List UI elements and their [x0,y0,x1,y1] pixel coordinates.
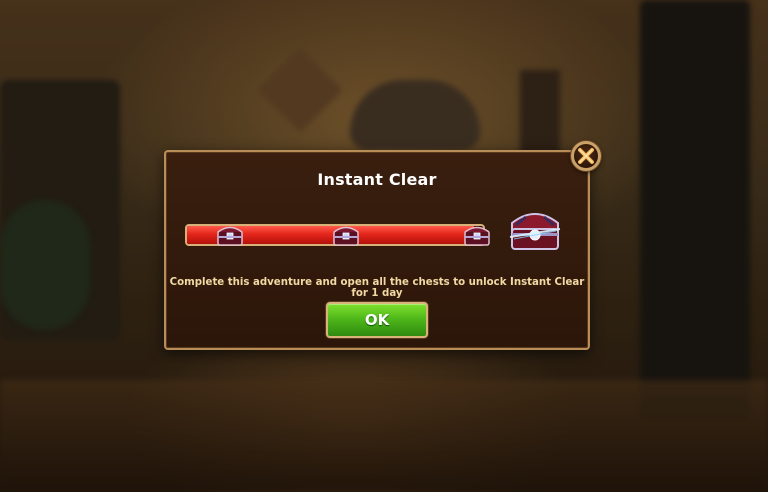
close-button[interactable] [571,141,601,171]
dialog-description: Complete this adventure and open all the… [169,277,585,299]
chest-icon [464,226,490,246]
chest-icon [217,226,243,246]
chest-progress-bar [185,224,495,248]
reward-chest-icon [509,213,561,250]
close-icon [578,148,594,164]
ok-button[interactable]: OK [326,302,428,338]
dialog-title: Instant Clear [317,170,437,189]
chest-icon [333,226,359,246]
